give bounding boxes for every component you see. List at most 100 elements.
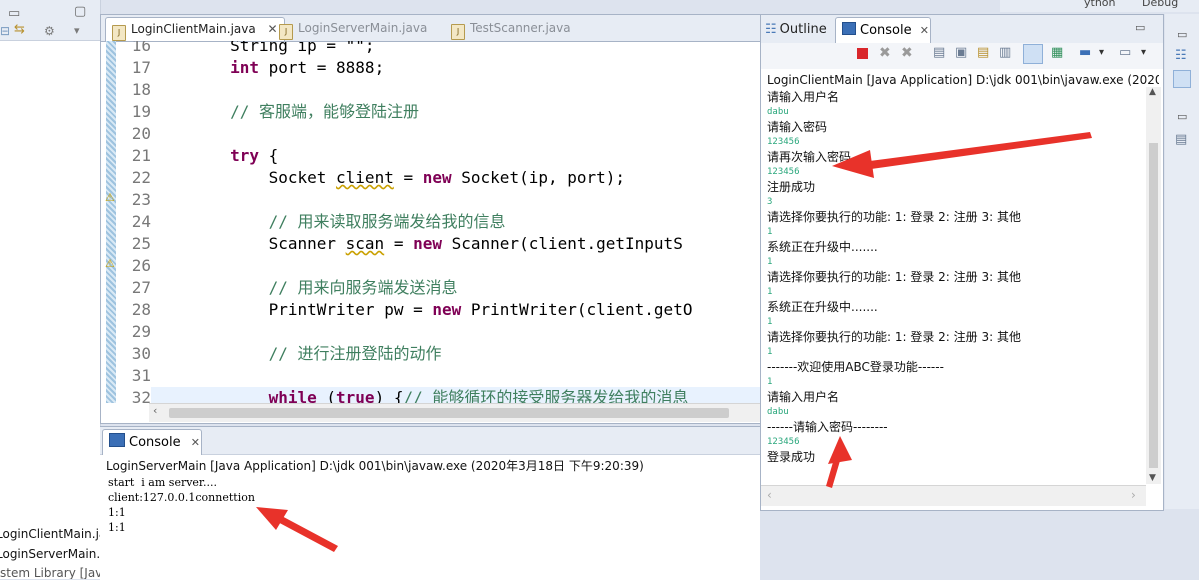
- scroll-lock-icon[interactable]: ▣: [955, 45, 967, 60]
- console-line: 系统正在升级中.......: [767, 240, 878, 254]
- console-line: 登录成功: [767, 450, 816, 464]
- maximize-icon[interactable]: ▢: [74, 4, 86, 19]
- code-token: Scanner(client.getInputS: [442, 234, 683, 253]
- minimize-icon[interactable]: ▭: [8, 6, 20, 21]
- code-line[interactable]: int port = 8888;: [153, 57, 692, 79]
- tab-testscanner[interactable]: J TestScanner.java: [451, 17, 571, 40]
- link-with-editor-icon[interactable]: ⇆: [14, 22, 25, 37]
- code-line[interactable]: String ip = "";: [153, 41, 692, 57]
- perspective-bar: ython Debug: [1000, 0, 1199, 12]
- close-icon[interactable]: ✕: [920, 24, 929, 37]
- tab-loginclientmain[interactable]: J LoginClientMain.java ✕: [105, 17, 285, 41]
- code-line[interactable]: try {: [153, 145, 692, 167]
- chevron-down-icon[interactable]: ▾: [1099, 47, 1104, 58]
- code-line[interactable]: // 用来读取服务端发给我的信息: [153, 211, 692, 233]
- console-output[interactable]: 请输入用户名 dabu 请输入密码 123456 请再次输入密码 123456 注册成功 3 请…: [767, 90, 1147, 485]
- perspective-python[interactable]: ython: [1084, 0, 1116, 8]
- code-token: new: [432, 300, 462, 319]
- tab-console[interactable]: Console ✕: [835, 17, 931, 44]
- display-console-icon[interactable]: ▦: [1051, 45, 1063, 60]
- tab-console[interactable]: Console ✕: [102, 429, 202, 455]
- code-token: true: [336, 388, 375, 403]
- console-line: 请输入用户名: [767, 90, 840, 104]
- code-line[interactable]: // 用来向服务端发送消息: [153, 277, 692, 299]
- new-console-icon[interactable]: ▭: [1119, 45, 1131, 60]
- code-line[interactable]: [153, 79, 692, 101]
- console-input-line: 123456: [767, 437, 800, 447]
- code-line[interactable]: Scanner scan = new Scanner(client.getInp…: [153, 233, 692, 255]
- tab-loginservermain[interactable]: J LoginServerMain.java: [279, 17, 427, 40]
- view-menu-icon[interactable]: ▾: [74, 24, 80, 37]
- package-explorer: ▭ ▢ ⊟ ⇆ ⚙ ▾ LoginClientMain.ja LoginServ…: [0, 0, 101, 579]
- line-number: 21: [131, 146, 151, 165]
- tab-outline[interactable]: ☷ Outline: [765, 19, 827, 41]
- code-line[interactable]: [153, 255, 692, 277]
- code-area[interactable]: ⚠ ⚠ 16 17 18 19 20 21 22 23 24 25 26 27 28 29 30 31 32 S…: [101, 41, 761, 403]
- line-number: 20: [131, 124, 151, 143]
- close-icon[interactable]: ✕: [191, 436, 200, 449]
- remove-launch-icon[interactable]: ✖: [879, 45, 891, 61]
- vertical-scrollbar[interactable]: ▲ ▼: [1146, 87, 1161, 484]
- tree-item-jre-library[interactable]: JRE System Library [JavaSE-1.8]: [0, 566, 100, 579]
- tab-label: LoginClientMain.java: [131, 22, 256, 36]
- filter-icon[interactable]: ⚙: [44, 24, 55, 38]
- scroll-up-icon[interactable]: ▲: [1149, 87, 1156, 97]
- code-token: ) {: [374, 388, 404, 403]
- tree-item-loginclientmain[interactable]: LoginClientMain.ja: [0, 527, 100, 541]
- code-line[interactable]: // 客服端，能够登陆注册: [153, 101, 692, 123]
- console-output[interactable]: start i am server.... client:127.0.0.1con…: [108, 475, 255, 535]
- close-icon[interactable]: ✕: [268, 22, 278, 36]
- code-token: Socket: [153, 168, 337, 187]
- clear-console-icon[interactable]: ▤: [933, 45, 945, 60]
- console-input-line: 1: [767, 317, 773, 327]
- code-token: {: [258, 146, 279, 165]
- code-line[interactable]: [153, 365, 692, 387]
- scroll-left-icon[interactable]: ‹: [767, 488, 772, 502]
- client-console-view: ☷ Outline Console ✕ ▭ ✖ ✖ ▤ ▣ ▤ ▥ ▦ ▬ ▾ ▭…: [760, 14, 1164, 511]
- remove-all-icon[interactable]: ✖: [901, 45, 913, 61]
- console-line: 1:1: [108, 506, 126, 519]
- console-line: 注册成功: [767, 180, 816, 194]
- code-token: new: [422, 168, 452, 187]
- code-line[interactable]: while (true) {// 能够循环的接受服务器发给我的消息: [153, 387, 692, 403]
- chevron-down-icon[interactable]: ▾: [1141, 47, 1146, 58]
- code-token: PrintWriter pw =: [153, 300, 433, 319]
- process-label: LoginServerMain [Java Application] D:\jd…: [106, 459, 644, 473]
- scroll-down-icon[interactable]: ▼: [1149, 473, 1156, 483]
- minimize-icon[interactable]: ▭: [1135, 21, 1145, 34]
- open-console-icon[interactable]: ▬: [1079, 45, 1091, 60]
- code-line[interactable]: PrintWriter pw = new PrintWriter(client.…: [153, 299, 693, 321]
- scroll-right-icon[interactable]: ›: [1131, 488, 1136, 502]
- console-toolbar: ✖ ✖ ▤ ▣ ▤ ▥ ▦ ▬ ▾ ▭ ▾: [761, 43, 1163, 69]
- scrollbar-thumb[interactable]: [1149, 143, 1158, 468]
- tab-label: Console: [129, 435, 181, 450]
- horizontal-scrollbar[interactable]: ‹: [149, 403, 761, 422]
- pin-console-icon[interactable]: [1023, 44, 1043, 64]
- show-on-output-icon[interactable]: ▥: [999, 45, 1011, 60]
- restore-icon[interactable]: ▭: [1177, 110, 1187, 123]
- code-text[interactable]: String ip = ""; int port = 8888; // 客服端，…: [153, 41, 692, 403]
- code-line[interactable]: [153, 321, 692, 343]
- outline-icon[interactable]: ☷: [1175, 48, 1187, 63]
- collapse-all-icon[interactable]: ⊟: [0, 24, 10, 38]
- word-wrap-icon[interactable]: ▤: [977, 45, 989, 60]
- horizontal-scrollbar[interactable]: ‹ ›: [761, 485, 1146, 506]
- console-line: 请选择你要执行的功能: 1: 登录 2: 注册 3: 其他: [767, 330, 1021, 344]
- code-line[interactable]: Socket client = new Socket(ip, port);: [153, 167, 692, 189]
- perspective-debug[interactable]: Debug: [1142, 0, 1178, 8]
- line-number: 32: [131, 388, 151, 403]
- code-line[interactable]: [153, 123, 692, 145]
- scroll-left-icon[interactable]: ‹: [153, 404, 157, 417]
- code-token: Socket(ip, port);: [451, 168, 626, 187]
- terminate-icon[interactable]: [857, 48, 868, 59]
- console-icon[interactable]: [1173, 70, 1191, 88]
- code-line[interactable]: [153, 189, 692, 211]
- code-token: try: [230, 146, 259, 165]
- task-list-icon[interactable]: ▤: [1175, 132, 1187, 147]
- restore-icon[interactable]: ▭: [1177, 28, 1187, 41]
- code-line[interactable]: // 进行注册登陆的动作: [153, 343, 692, 365]
- scrollbar-thumb[interactable]: [169, 408, 729, 418]
- tree-item-loginservermain[interactable]: LoginServerMain.: [0, 547, 100, 561]
- outline-icon: ☷: [765, 22, 777, 37]
